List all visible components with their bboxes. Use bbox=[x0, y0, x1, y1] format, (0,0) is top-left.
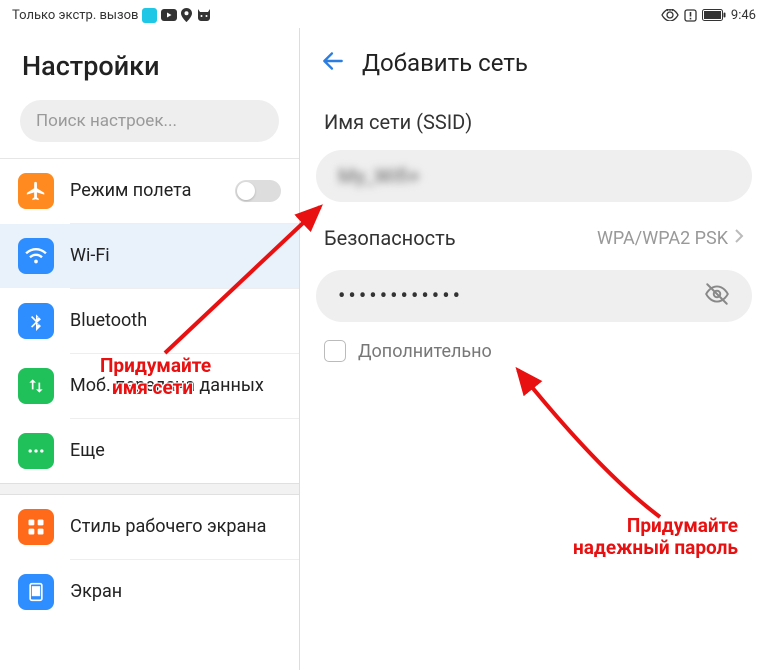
detail-pane: Добавить сеть Имя сети (SSID) My_Wifi+ Б… bbox=[300, 28, 768, 670]
airplane-icon bbox=[18, 173, 54, 209]
carrier-text: Только экстр. вызов bbox=[12, 8, 138, 23]
sidebar-item-more[interactable]: Еще bbox=[0, 419, 299, 483]
youtube-icon bbox=[161, 9, 177, 21]
password-input[interactable]: •••••••••••• bbox=[316, 270, 752, 322]
mobile-data-icon bbox=[18, 368, 54, 404]
display-icon bbox=[18, 574, 54, 610]
battery-icon bbox=[702, 9, 726, 21]
search-placeholder: Поиск настроек... bbox=[36, 111, 177, 131]
alert-icon bbox=[684, 9, 697, 22]
sidebar-item-display[interactable]: Экран bbox=[0, 560, 299, 624]
sidebar-label-mobile-data: Моб. передача данных bbox=[70, 375, 281, 397]
more-icon bbox=[18, 433, 54, 469]
search-input[interactable]: Поиск настроек... bbox=[20, 100, 279, 142]
eye-off-icon[interactable] bbox=[704, 281, 730, 311]
sidebar-label-airplane: Режим полета bbox=[70, 180, 219, 202]
sidebar-item-airplane[interactable]: Режим полета bbox=[0, 159, 299, 223]
ssid-value: My_Wifi+ bbox=[338, 164, 420, 188]
status-bar: Только экстр. вызов 9:46 bbox=[0, 0, 768, 28]
chevron-right-icon bbox=[734, 228, 744, 249]
sidebar-label-more: Еще bbox=[70, 440, 281, 462]
sidebar-item-wifi[interactable]: Wi-Fi bbox=[0, 224, 299, 288]
page-title: Настройки bbox=[0, 28, 299, 100]
clock: 9:46 bbox=[731, 8, 756, 23]
sidebar-item-mobile-data[interactable]: Моб. передача данных bbox=[0, 354, 299, 418]
airplane-toggle[interactable] bbox=[235, 180, 281, 202]
wifi-icon bbox=[18, 238, 54, 274]
home-style-icon bbox=[18, 509, 54, 545]
sidebar-label-wifi: Wi-Fi bbox=[70, 245, 281, 267]
password-value: •••••••••••• bbox=[338, 284, 704, 309]
advanced-row[interactable]: Дополнительно bbox=[310, 336, 758, 366]
back-icon[interactable] bbox=[320, 48, 346, 78]
security-value: WPA/WPA2 PSK bbox=[597, 228, 728, 249]
ssid-input[interactable]: My_Wifi+ bbox=[316, 150, 752, 202]
sidebar-label-home-style: Стиль рабочего экрана bbox=[70, 516, 281, 538]
app-icon-1 bbox=[142, 8, 157, 23]
bluetooth-icon bbox=[18, 303, 54, 339]
sidebar-item-bluetooth[interactable]: Bluetooth bbox=[0, 289, 299, 353]
advanced-checkbox[interactable] bbox=[324, 340, 346, 362]
sidebar-label-display: Экран bbox=[70, 581, 281, 603]
eye-status-icon bbox=[661, 9, 679, 21]
location-icon bbox=[181, 8, 192, 22]
settings-sidebar: Настройки Поиск настроек... Режим полета bbox=[0, 28, 300, 670]
security-label: Безопасность bbox=[324, 226, 456, 250]
ssid-label: Имя сети (SSID) bbox=[310, 94, 758, 144]
sidebar-label-bluetooth: Bluetooth bbox=[70, 310, 281, 332]
security-row[interactable]: Безопасность WPA/WPA2 PSK bbox=[310, 216, 758, 264]
cat-icon bbox=[196, 8, 212, 22]
detail-title: Добавить сеть bbox=[362, 49, 528, 77]
advanced-label: Дополнительно bbox=[358, 341, 492, 362]
sidebar-item-home-style[interactable]: Стиль рабочего экрана bbox=[0, 495, 299, 559]
